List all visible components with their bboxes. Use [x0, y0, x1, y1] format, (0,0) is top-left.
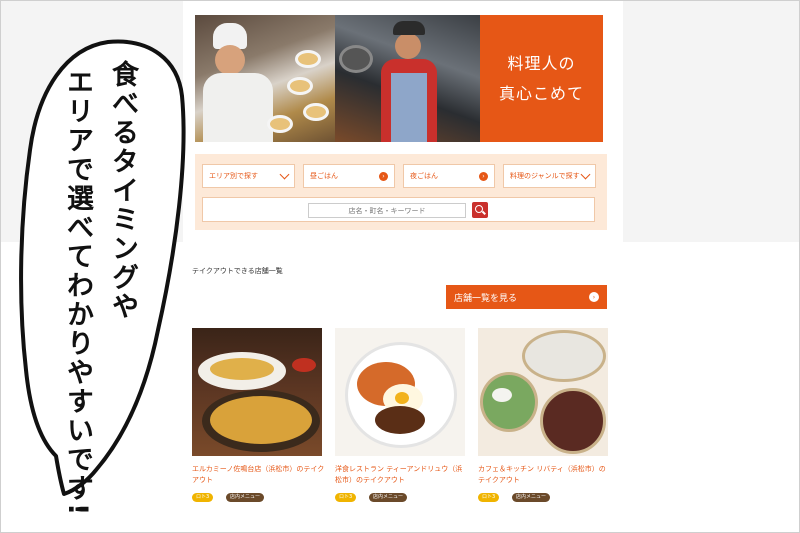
store-list-button[interactable]: 店舗一覧を見る ›	[446, 285, 607, 309]
card-tag-menu: 店内メニュー	[512, 493, 551, 502]
card-image-t-and-ryu[interactable]	[335, 328, 465, 456]
chef-coat-shape	[203, 73, 273, 142]
search-icon-handle	[482, 210, 486, 215]
bowl-shape	[287, 77, 313, 95]
lunch-button-label: 昼ごはん	[310, 172, 338, 180]
cook-photo	[335, 15, 480, 142]
meat-bowl	[540, 388, 606, 454]
chef-photo	[195, 15, 335, 142]
egg-yolk	[395, 392, 409, 404]
arrow-circle-icon: ›	[479, 171, 488, 181]
chevron-down-icon	[580, 169, 591, 179]
cook-apron-shape	[391, 73, 427, 142]
area-select[interactable]: エリア別で探す	[202, 164, 295, 188]
annotation-line2: エリアで選べてわかりやすいです!	[62, 68, 93, 518]
store-list-button-label: 店舗一覧を見る	[454, 293, 518, 304]
pot-shape	[339, 45, 373, 73]
hero-tagline: 料理人の 真心こめて	[480, 15, 603, 142]
hero-tagline-line1: 料理人の	[507, 53, 576, 73]
bowl-shape	[295, 50, 321, 68]
keyword-input[interactable]	[308, 203, 466, 218]
card-image-liberty[interactable]	[478, 328, 608, 456]
card-title-liberty[interactable]: カフェ＆キッチン リバティ（浜松市）のテイクアウト	[478, 464, 612, 486]
dinner-button[interactable]: 夜ごはん ›	[403, 164, 495, 188]
tofu-shape	[492, 388, 512, 402]
salad-bowl	[480, 372, 538, 432]
hamburg-steak	[375, 406, 425, 434]
card-tag-coupon: ロト3	[335, 493, 357, 502]
arrow-circle-icon: ›	[379, 171, 388, 181]
card-tag-menu: 店内メニュー	[226, 493, 265, 502]
tomato-dish	[292, 358, 316, 372]
tapas-food	[210, 358, 274, 380]
arrow-circle-icon: ›	[589, 292, 599, 302]
card-title-elcamino[interactable]: エルカミーノ佐鳴台店（浜松市）のテイクアウト	[192, 464, 326, 486]
annotation-line1: 食べるタイミングや	[107, 60, 138, 321]
area-select-label: エリア別で探す	[209, 172, 258, 180]
genre-select-label: 料理のジャンルで探す	[510, 172, 580, 180]
chevron-down-icon	[279, 169, 290, 179]
cook-cap-shape	[393, 21, 425, 35]
card-image-elcamino[interactable]	[192, 328, 322, 456]
card-tag-menu: 店内メニュー	[369, 493, 408, 502]
dinner-button-label: 夜ごはん	[410, 172, 438, 180]
search-button[interactable]	[472, 202, 488, 218]
speech-bubble	[19, 39, 186, 496]
genre-select[interactable]: 料理のジャンルで探す	[503, 164, 596, 188]
card-tag-coupon: ロト3	[478, 493, 500, 502]
hero-tagline-line2: 真心こめて	[498, 83, 584, 103]
bowl-shape	[303, 103, 329, 121]
section-title: テイクアウトできる店舗一覧	[192, 267, 283, 275]
lunch-button[interactable]: 昼ごはん ›	[303, 164, 395, 188]
speech-bubble-outline	[19, 39, 186, 496]
bowl-shape	[267, 115, 293, 133]
bowl-shape	[522, 330, 606, 382]
chef-face-shape	[215, 45, 245, 75]
paella-food	[210, 396, 312, 444]
cook-face-shape	[395, 33, 421, 59]
card-title-t-and-ryu[interactable]: 洋食レストラン ティーアンドリュウ（浜松市）のテイクアウト	[335, 464, 469, 486]
